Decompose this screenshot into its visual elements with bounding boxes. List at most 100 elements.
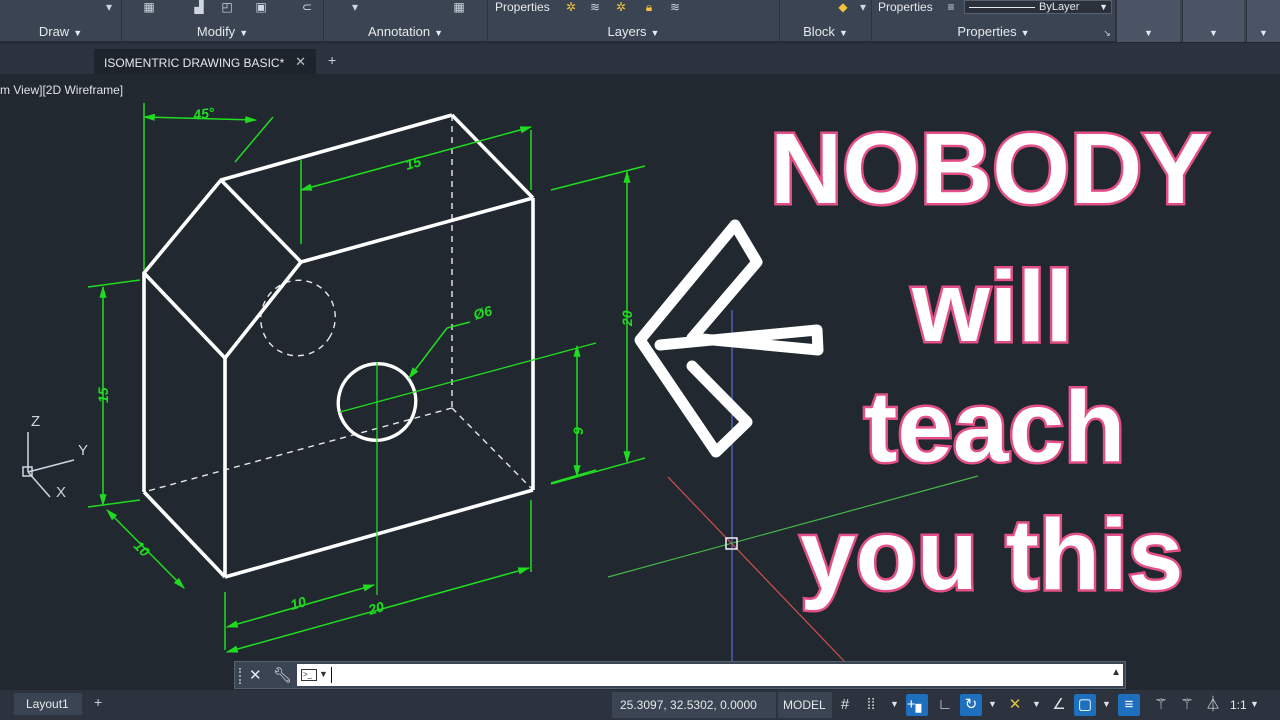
polar-tracking-icon[interactable]: ↻ — [960, 694, 982, 716]
object-snap-tracking-icon[interactable]: ∠ — [1048, 694, 1070, 716]
infer-constraints-icon[interactable]: +▖ — [906, 694, 928, 716]
tab-drawing-label: ISOMENTRIC DRAWING BASIC* — [104, 56, 285, 70]
status-bar: Layout1 + 25.3097, 32.5302, 0.0000 MODEL… — [0, 690, 1280, 720]
array-rect-icon[interactable]: ▣ — [252, 0, 270, 14]
close-icon[interactable]: ✕ — [295, 54, 306, 70]
dim-top-width: 15 — [403, 153, 423, 173]
chevron-down-icon[interactable]: ▼ — [988, 699, 997, 709]
array-icon[interactable]: ▟ — [190, 0, 208, 14]
block-dropdown-icon[interactable]: ▾ — [854, 0, 872, 14]
offset-icon[interactable]: ⊂ — [298, 0, 316, 14]
chevron-down-icon[interactable]: ▼ — [1250, 699, 1259, 709]
dim-hole-height: 9 — [570, 427, 586, 435]
lineweight-preview — [969, 7, 1035, 8]
panel-modify: ▦ ▟ ◰ ▣ ⊂ Modify ▼ — [122, 0, 324, 42]
center-lines — [339, 342, 597, 595]
close-icon[interactable]: ✕ — [249, 666, 262, 684]
panel-draw: ▾ Draw ▼ — [0, 0, 122, 42]
panel-properties-title[interactable]: Properties ▼ — [872, 24, 1115, 39]
ribbon-expand-button-3[interactable]: ▼ — [1246, 0, 1280, 42]
annotation-scale-icon[interactable]: ⏃ — [1202, 694, 1224, 716]
dim-angle: 45° — [191, 104, 216, 123]
chevron-down-icon[interactable]: ▼ — [1102, 699, 1111, 709]
panel-modify-title[interactable]: Modify ▼ — [122, 24, 323, 39]
dim-bottom-total: 20 — [365, 598, 386, 618]
new-tab-icon[interactable]: + — [328, 52, 336, 68]
ucs-y-label: Y — [78, 442, 88, 459]
ortho-icon[interactable]: ∟ — [934, 694, 956, 716]
hatch-icon[interactable]: ▦ — [140, 0, 158, 14]
layer-freeze-icon[interactable]: ✲ — [612, 0, 630, 14]
draw-tool-icon[interactable]: ▾ — [100, 0, 118, 14]
insert-block-icon[interactable]: ◆ — [834, 0, 852, 14]
text-cursor — [331, 667, 332, 683]
lineweight-display-icon[interactable]: ≡ — [1118, 694, 1140, 716]
layer-iso-icon[interactable]: ≋ — [666, 0, 684, 14]
scale-icon[interactable]: ◰ — [218, 0, 236, 14]
thumbnail-line-1: NOBODY — [768, 111, 1212, 228]
ucs-z-label: Z — [31, 413, 40, 430]
ribbon-expand-button-1[interactable]: ▼ — [1116, 0, 1180, 42]
annotation-dropdown-icon[interactable]: ▾ — [346, 0, 364, 14]
chevron-down-icon: ▼ — [1144, 28, 1153, 38]
drag-handle[interactable] — [239, 668, 245, 684]
dim-hole-diameter: Ø6 — [471, 302, 494, 323]
hidden-lines — [143, 115, 534, 493]
thumbnail-line-4: you this — [797, 497, 1185, 614]
arrow-overlay — [634, 219, 824, 458]
layer-on-icon[interactable]: ✲ — [562, 0, 580, 14]
properties-button[interactable]: Properties — [878, 0, 933, 14]
panel-launcher-icon[interactable]: ↘ — [1098, 26, 1116, 40]
dim-depth: 10 — [131, 537, 153, 559]
auto-scale-icon[interactable]: ⚚ — [1176, 694, 1198, 716]
tab-layout1[interactable]: Layout1 — [14, 693, 82, 715]
annotation-visibility-icon[interactable]: ⚚ — [1150, 694, 1172, 716]
annotation-scale-value[interactable]: 1:1 — [1230, 698, 1247, 712]
lineweight-icon: ≡ — [947, 0, 955, 14]
layer-lock-icon[interactable]: 🔒︎ — [640, 0, 658, 14]
tab-drawing[interactable]: ISOMENTRIC DRAWING BASIC* ✕ — [94, 47, 316, 74]
snap-icon[interactable]: ⁞⁞ — [860, 694, 882, 716]
model-space-button[interactable]: MODEL — [778, 692, 832, 718]
ucs-icon — [22, 432, 75, 498]
chevron-down-icon: ▼ — [1259, 28, 1268, 38]
lineweight-select[interactable]: ByLayer ▼ — [964, 0, 1112, 14]
panel-layers: Properties ✲ ≋ ✲ 🔒︎ ≋ Layers ▼ — [488, 0, 780, 42]
lineweight-value: ByLayer — [1039, 1, 1080, 13]
grid-icon[interactable]: # — [834, 694, 856, 716]
dim-left-height: 15 — [95, 387, 111, 403]
layer-properties-button[interactable]: Properties — [495, 0, 550, 14]
command-prompt-icon[interactable]: >_ — [301, 669, 317, 681]
chevron-up-icon[interactable]: ▲ — [1111, 667, 1121, 678]
chevron-down-icon[interactable]: ▼ — [319, 669, 328, 679]
panel-annotation-title[interactable]: Annotation ▼ — [324, 24, 487, 39]
panel-annotation: ▾ ▦ Annotation ▼ — [324, 0, 488, 42]
isodraft-icon[interactable]: ✕ — [1004, 694, 1026, 716]
chevron-down-icon[interactable]: ▼ — [890, 699, 899, 709]
object-snap-icon[interactable]: ▢ — [1074, 694, 1096, 716]
dimension-lines — [87, 103, 646, 653]
chevron-down-icon: ▼ — [1209, 28, 1218, 38]
ribbon: ▾ Draw ▼ ▦ ▟ ◰ ▣ ⊂ Modify ▼ ▾ ▦ Annotation… — [0, 0, 1280, 42]
customize-wrench-icon[interactable]: 🔧︎ — [273, 666, 292, 684]
isometric-object — [142, 113, 535, 579]
thumbnail-line-2: will — [909, 249, 1075, 366]
chevron-down-icon: ▼ — [1099, 2, 1108, 12]
chevron-down-icon[interactable]: ▼ — [1032, 699, 1041, 709]
panel-block: ◆ ▾ Block ▼ — [780, 0, 872, 42]
command-line: ✕ 🔧︎ >_ ▼ ▲ — [234, 661, 1126, 689]
new-layout-icon[interactable]: + — [94, 694, 102, 710]
panel-draw-title[interactable]: Draw ▼ — [0, 24, 121, 39]
ribbon-expand-button-2[interactable]: ▼ — [1182, 0, 1244, 42]
panel-block-title[interactable]: Block ▼ — [780, 24, 871, 39]
layer-match-icon[interactable]: ≋ — [586, 0, 604, 14]
ucs-x-label: X — [56, 484, 66, 501]
command-input[interactable] — [297, 664, 1123, 686]
dim-bottom-left: 10 — [288, 593, 308, 613]
file-tab-bar: ISOMENTRIC DRAWING BASIC* ✕ + — [0, 43, 1280, 74]
table-icon[interactable]: ▦ — [450, 0, 468, 14]
panel-layers-title[interactable]: Layers ▼ — [488, 24, 779, 39]
coordinate-readout[interactable]: 25.3097, 32.5302, 0.0000 — [612, 692, 776, 718]
dim-front-height: 20 — [619, 310, 635, 327]
thumbnail-line-3: teach — [861, 369, 1127, 486]
